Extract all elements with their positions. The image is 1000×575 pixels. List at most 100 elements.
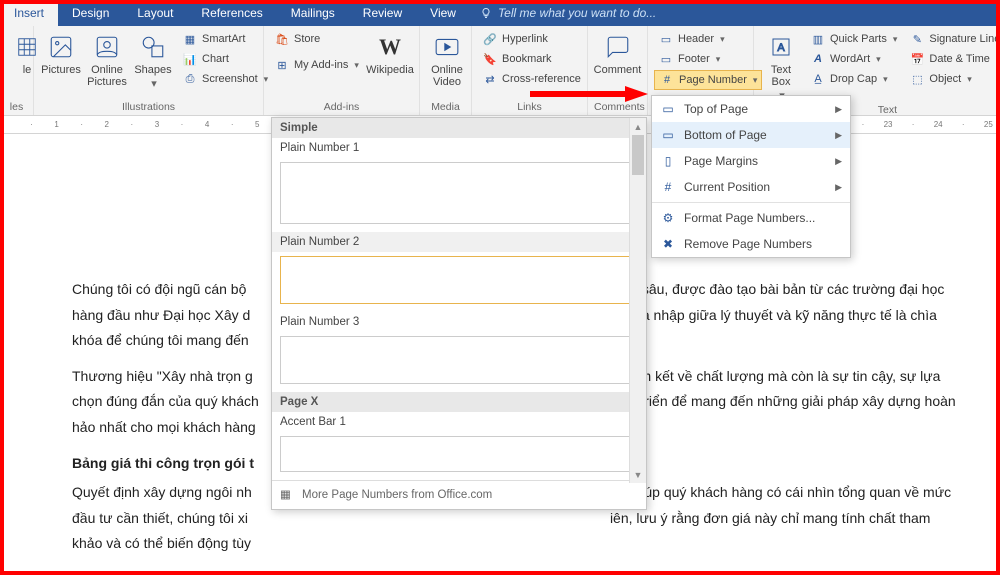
tell-me-label: Tell me what you want to do...: [498, 6, 656, 20]
wikipedia-button[interactable]: W Wikipedia: [367, 30, 413, 78]
quickparts-icon: ▥: [810, 31, 826, 47]
group-tables: le les: [0, 26, 34, 115]
wordart-button[interactable]: AWordArt▾: [806, 50, 901, 68]
object-icon: ⬚: [909, 71, 925, 87]
pictures-icon: [48, 34, 74, 60]
video-icon: [434, 34, 460, 60]
doc-text: Thương hiệu "Xây nhà trọn g: [72, 368, 253, 384]
online-pictures-button[interactable]: Online Pictures: [86, 30, 128, 90]
datetime-button[interactable]: 📅Date & Time: [905, 50, 1000, 68]
doc-text: Chúng tôi có đội ngũ cán bộ: [72, 281, 246, 297]
datetime-icon: 📅: [909, 51, 925, 67]
screenshot-button[interactable]: ⎙Screenshot▾: [178, 70, 272, 88]
crossref-icon: ⇄: [482, 71, 498, 87]
online-video-button[interactable]: Online Video: [426, 30, 468, 90]
gallery-item-accent1[interactable]: Accent Bar 1: [272, 412, 646, 432]
tab-insert[interactable]: Insert: [0, 0, 58, 26]
wikipedia-icon: W: [375, 32, 405, 62]
pagenumber-icon: #: [659, 72, 675, 88]
quickparts-label: Quick Parts: [830, 33, 887, 45]
wordart-icon: A: [810, 51, 826, 67]
gallery-preview-pn3[interactable]: [280, 336, 638, 384]
gallery-item-pn3[interactable]: Plain Number 3: [272, 312, 646, 332]
chart-icon: 📊: [182, 51, 198, 67]
menu-current-position[interactable]: #Current Position▶: [652, 174, 850, 200]
tab-references[interactable]: References: [187, 0, 276, 26]
shapes-button[interactable]: Shapes▾: [132, 30, 174, 92]
tell-me[interactable]: Tell me what you want to do...: [470, 6, 666, 20]
dropcap-icon: A̲: [810, 71, 826, 87]
page-number-menu: ▭Top of Page▶ ▭Bottom of Page▶ ▯Page Mar…: [651, 95, 851, 258]
gallery-scrollbar[interactable]: ▲ ▼: [629, 118, 646, 483]
dropcap-button[interactable]: A̲Drop Cap▾: [806, 70, 901, 88]
chart-button[interactable]: 📊Chart: [178, 50, 272, 68]
video-label: Online Video: [431, 64, 463, 88]
tab-review[interactable]: Review: [349, 0, 416, 26]
scroll-down-icon[interactable]: ▼: [630, 466, 646, 483]
doc-text: Quyết định xây dựng ngôi nh: [72, 484, 252, 500]
doc-text: ể giúp quý khách hàng có cái nhìn tổng q…: [622, 484, 951, 500]
hyperlink-button[interactable]: 🔗Hyperlink: [478, 30, 585, 48]
office-icon: ▦: [280, 487, 296, 503]
gallery-preview-pn2[interactable]: [280, 256, 638, 304]
pictures-label: Pictures: [41, 64, 81, 76]
shapes-icon: [140, 34, 166, 60]
gallery-preview-accent1[interactable]: [280, 436, 638, 472]
menu-format-page-numbers[interactable]: ⚙Format Page Numbers...: [652, 205, 850, 231]
page-top-icon: ▭: [660, 101, 676, 117]
doc-text: iên, lưu ý rằng đơn giá này chỉ mang tín…: [610, 510, 931, 526]
my-addins-button[interactable]: ⊞My Add-ins▾: [270, 56, 363, 74]
gallery-more-link[interactable]: ▦ More Page Numbers from Office.com: [272, 480, 646, 509]
bookmark-icon: 🔖: [482, 51, 498, 67]
object-label: Object: [929, 73, 961, 85]
wordart-label: WordArt: [830, 53, 870, 65]
hyperlink-icon: 🔗: [482, 31, 498, 47]
object-button[interactable]: ⬚Object▾: [905, 70, 1000, 88]
doc-heading: Bảng giá thi công trọn gói t: [72, 455, 254, 471]
tab-layout[interactable]: Layout: [123, 0, 187, 26]
pagenumber-label: Page Number: [679, 74, 747, 86]
doc-text: hảo nhất cho mọi khách hàng: [72, 419, 256, 435]
textbox-button[interactable]: A Text Box▾: [760, 30, 802, 104]
format-icon: ⚙: [660, 210, 676, 226]
crossref-button[interactable]: ⇄Cross-reference: [478, 70, 585, 88]
smartart-icon: ▦: [182, 31, 198, 47]
pictures-button[interactable]: Pictures: [40, 30, 82, 78]
page-number-button[interactable]: #Page Number▾: [654, 70, 762, 90]
menu-bottom-of-page[interactable]: ▭Bottom of Page▶: [652, 122, 850, 148]
scroll-thumb[interactable]: [632, 135, 644, 175]
comment-icon: [605, 34, 631, 60]
footer-button[interactable]: ▭Footer▾: [654, 50, 762, 68]
gallery-section-simple: Simple: [272, 118, 646, 138]
header-button[interactable]: ▭Header▾: [654, 30, 762, 48]
gallery-item-pn2[interactable]: Plain Number 2: [272, 232, 646, 252]
comment-button[interactable]: Comment: [594, 30, 641, 78]
menu-page-margins[interactable]: ▯Page Margins▶: [652, 148, 850, 174]
scroll-up-icon[interactable]: ▲: [630, 118, 646, 135]
tab-mailings[interactable]: Mailings: [277, 0, 349, 26]
header-icon: ▭: [658, 31, 674, 47]
quickparts-button[interactable]: ▥Quick Parts▾: [806, 30, 901, 48]
doc-text: chọn đúng đắn của quý khách: [72, 393, 259, 409]
bookmark-label: Bookmark: [502, 53, 552, 65]
group-illustrations: Pictures Online Pictures Shapes▾ ▦SmartA…: [34, 26, 264, 115]
doc-text: át triển để mang đến những giải pháp xây…: [625, 393, 956, 409]
dropcap-label: Drop Cap: [830, 73, 877, 85]
wikipedia-label: Wikipedia: [366, 64, 414, 76]
group-comments: Comment Comments: [588, 26, 648, 115]
menu-remove-page-numbers[interactable]: ✖Remove Page Numbers: [652, 231, 850, 257]
tab-design[interactable]: Design: [58, 0, 123, 26]
textbox-label: Text Box: [771, 64, 791, 88]
tab-view[interactable]: View: [416, 0, 470, 26]
bookmark-button[interactable]: 🔖 Bookmark: [478, 50, 585, 68]
sigline-button[interactable]: ✎Signature Line▾: [905, 30, 1000, 48]
group-addins: 🛍Store ⊞My Add-ins▾ W Wikipedia Add-ins: [264, 26, 420, 115]
store-button[interactable]: 🛍Store: [270, 30, 363, 48]
group-tables-label: les: [6, 101, 27, 115]
store-icon: 🛍: [274, 31, 290, 47]
menu-top-of-page[interactable]: ▭Top of Page▶: [652, 96, 850, 122]
gallery-item-pn1[interactable]: Plain Number 1: [272, 138, 646, 158]
smartart-button[interactable]: ▦SmartArt: [178, 30, 272, 48]
gallery-preview-pn1[interactable]: [280, 162, 638, 224]
group-media-label: Media: [426, 101, 465, 115]
